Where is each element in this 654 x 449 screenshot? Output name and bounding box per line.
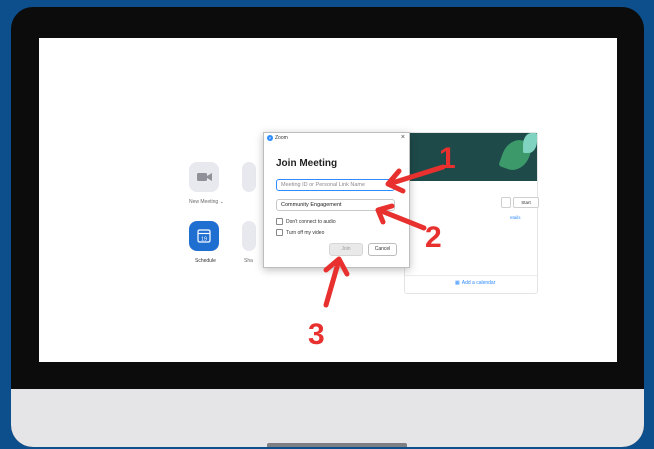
monitor-frame: New Meeting ⌄ 19 Schedule Sha Start etai…: [11, 7, 644, 447]
annotation-arrows: [323, 164, 446, 308]
monitor-chin: [11, 389, 644, 447]
monitor-stand: [267, 443, 407, 447]
annotation-number-2: 2: [425, 221, 442, 254]
annotation-number-3: 3: [308, 318, 325, 351]
arrow-2: [376, 207, 427, 231]
annotation-number-1: 1: [439, 142, 456, 175]
screen: New Meeting ⌄ 19 Schedule Sha Start etai…: [39, 38, 617, 362]
